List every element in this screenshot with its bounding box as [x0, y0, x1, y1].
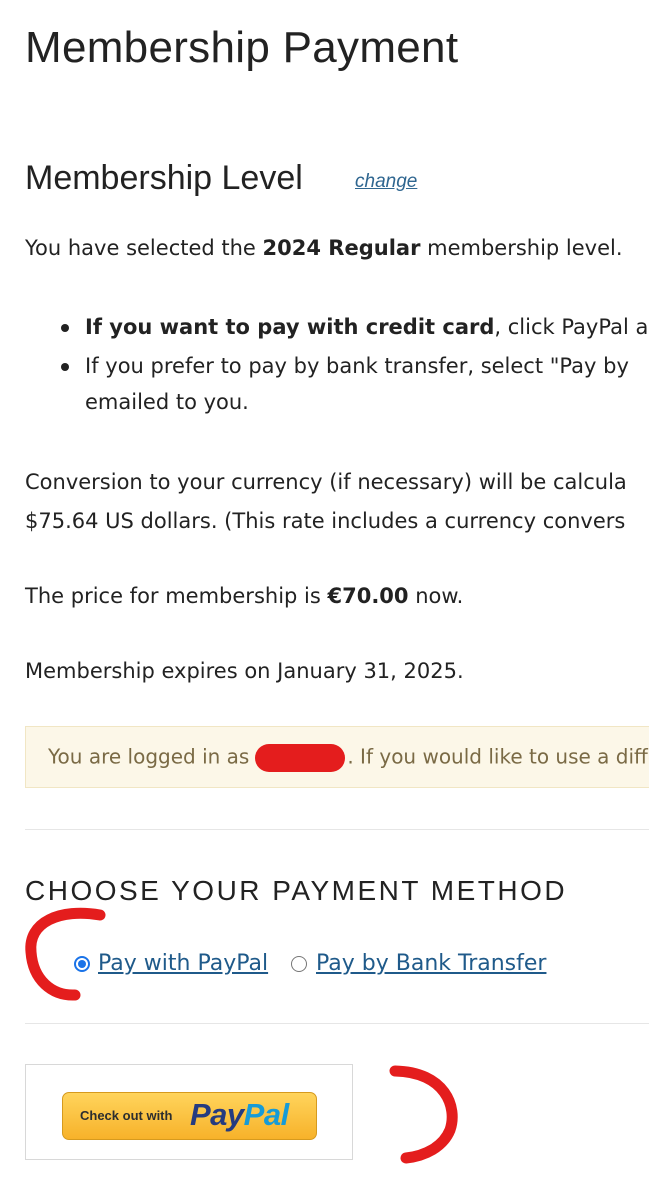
annotation-bracket-right	[389, 1065, 458, 1164]
annotation-bracket-left	[25, 907, 106, 1001]
annotation-marks	[25, 907, 458, 1164]
